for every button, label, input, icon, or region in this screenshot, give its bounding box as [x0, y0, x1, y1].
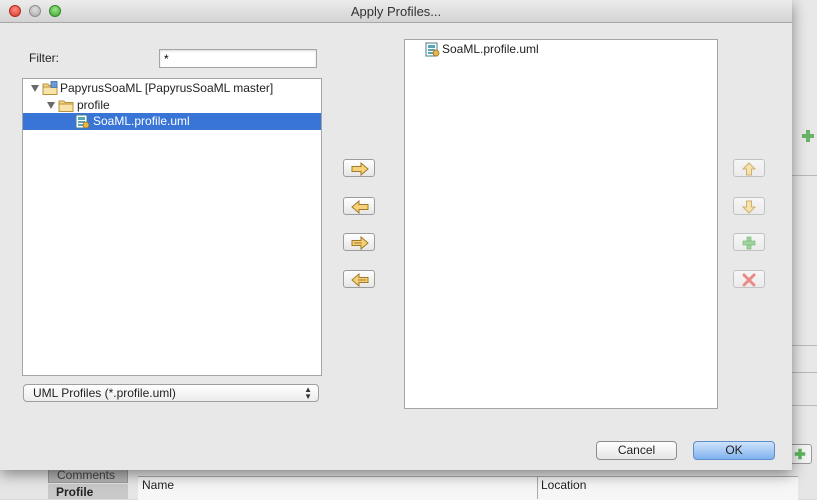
column-separator — [537, 477, 538, 499]
background-tab-profile[interactable]: Profile — [48, 484, 128, 499]
applied-profile-item[interactable]: SoaML.profile.uml — [405, 41, 717, 58]
tree-item-profile-folder[interactable]: profile — [23, 97, 321, 114]
move-down-button[interactable] — [733, 197, 765, 215]
remove-all-button[interactable] — [343, 270, 375, 288]
workspace-tree[interactable]: PapyrusSoaML [PapyrusSoaML master] profi… — [22, 78, 322, 376]
ok-button[interactable]: OK — [693, 441, 775, 460]
tree-item-project[interactable]: PapyrusSoaML [PapyrusSoaML master] — [23, 80, 321, 97]
expand-triangle-icon[interactable] — [31, 85, 39, 92]
delete-x-icon — [742, 273, 756, 287]
background-column-location[interactable]: Location — [541, 478, 586, 492]
background-add-icon — [802, 130, 814, 142]
delete-profile-button[interactable] — [733, 270, 765, 288]
tree-item-label: SoaML.profile.uml — [93, 114, 190, 128]
select-updown-icon: ▲ ▼ — [304, 385, 312, 401]
project-folder-icon — [42, 81, 58, 95]
file-type-select[interactable]: UML Profiles (*.profile.uml) ▲ ▼ — [23, 384, 319, 402]
zoom-window-button[interactable] — [49, 5, 61, 17]
filter-label: Filter: — [29, 51, 59, 65]
dialog-title: Apply Profiles... — [350, 4, 442, 19]
file-type-selected: UML Profiles (*.profile.uml) — [33, 386, 176, 400]
up-arrow-icon — [741, 162, 757, 176]
filter-input[interactable] — [159, 49, 317, 68]
background-table-header — [138, 476, 798, 500]
uml-profile-icon — [75, 114, 90, 129]
cancel-button[interactable]: Cancel — [596, 441, 677, 460]
plus-icon — [742, 236, 756, 250]
apply-profiles-dialog: Apply Profiles... Filter: PapyrusSoaML [… — [0, 0, 792, 470]
add-all-button[interactable] — [343, 233, 375, 251]
tree-item-soaml-profile[interactable]: SoaML.profile.uml — [23, 113, 321, 130]
move-up-button[interactable] — [733, 159, 765, 177]
tree-item-label: profile — [77, 98, 110, 112]
folder-icon — [58, 100, 74, 112]
plus-icon — [794, 448, 806, 460]
applied-profile-label: SoaML.profile.uml — [442, 42, 539, 56]
expand-triangle-icon[interactable] — [47, 102, 55, 109]
add-all-arrow-icon — [351, 236, 369, 250]
down-arrow-icon — [741, 200, 757, 214]
remove-arrow-icon — [351, 200, 369, 214]
remove-button[interactable] — [343, 197, 375, 215]
remove-all-arrow-icon — [351, 273, 369, 287]
add-profile-button[interactable] — [733, 233, 765, 251]
add-arrow-icon — [351, 162, 369, 176]
minimize-window-button[interactable] — [29, 5, 41, 17]
tree-item-label: PapyrusSoaML [PapyrusSoaML master] — [60, 81, 274, 95]
background-column-name[interactable]: Name — [142, 478, 174, 492]
add-button[interactable] — [343, 159, 375, 177]
close-window-button[interactable] — [9, 5, 21, 17]
applied-profiles-list[interactable]: SoaML.profile.uml — [404, 39, 718, 409]
uml-profile-icon — [425, 42, 440, 57]
background-window-right — [792, 0, 817, 499]
